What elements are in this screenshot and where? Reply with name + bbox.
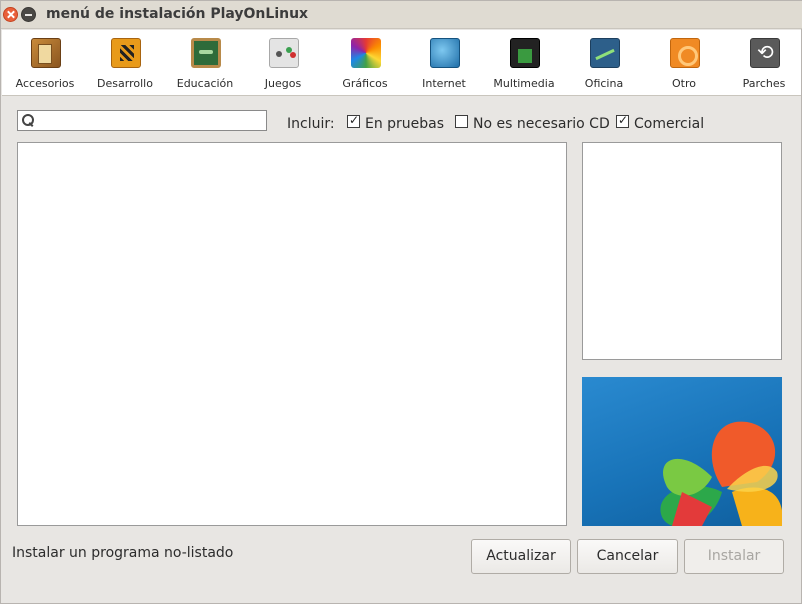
- install-button: Instalar: [684, 539, 784, 574]
- category-label: Multimedia: [493, 77, 555, 90]
- no-cd-checkbox[interactable]: [455, 115, 468, 128]
- minimize-icon[interactable]: [21, 7, 36, 22]
- playonlinux-banner-image: [582, 377, 782, 526]
- close-icon[interactable]: [3, 7, 18, 22]
- category-label: Oficina: [584, 77, 624, 90]
- cancel-button[interactable]: Cancelar: [577, 539, 678, 574]
- development-icon: [111, 38, 141, 68]
- install-window: menú de instalación PlayOnLinux Accesori…: [0, 0, 802, 604]
- window-title: menú de instalación PlayOnLinux: [46, 6, 309, 22]
- category-label: Internet: [422, 77, 466, 90]
- category-label: Otro: [672, 77, 696, 90]
- internet-icon: [430, 38, 460, 68]
- category-juegos[interactable]: Juegos: [243, 30, 323, 96]
- category-oficina[interactable]: Oficina: [564, 30, 644, 96]
- no-cd-checkbox-label[interactable]: No es necesario CD: [473, 116, 610, 132]
- other-icon: [670, 38, 700, 68]
- graphics-icon: [351, 38, 381, 68]
- install-unlisted-link[interactable]: Instalar un programa no-listado: [12, 545, 233, 561]
- education-icon: [191, 38, 221, 68]
- testing-checkbox-label[interactable]: En pruebas: [365, 116, 444, 132]
- category-label: Gráficos: [342, 77, 388, 90]
- office-icon: [590, 38, 620, 68]
- search-input[interactable]: [38, 111, 264, 130]
- category-toolbar: Accesorios Desarrollo Educación Juegos G…: [2, 30, 801, 96]
- category-desarrollo[interactable]: Desarrollo: [85, 30, 165, 96]
- category-label: Parches: [742, 77, 786, 90]
- category-graficos[interactable]: Gráficos: [325, 30, 405, 96]
- category-label: Accesorios: [15, 77, 75, 90]
- category-parches[interactable]: Parches: [724, 30, 802, 96]
- games-icon: [269, 38, 299, 68]
- commercial-checkbox-label[interactable]: Comercial: [634, 116, 704, 132]
- program-list[interactable]: [17, 142, 567, 526]
- title-bar[interactable]: menú de instalación PlayOnLinux: [1, 1, 802, 29]
- program-description-panel: [582, 142, 782, 360]
- refresh-button[interactable]: Actualizar: [471, 539, 571, 574]
- include-label: Incluir:: [287, 116, 335, 132]
- category-label: Educación: [176, 77, 234, 90]
- clover-logo-icon: [660, 421, 782, 526]
- category-label: Desarrollo: [97, 77, 153, 90]
- category-educacion[interactable]: Educación: [165, 30, 245, 96]
- category-otro[interactable]: Otro: [644, 30, 724, 96]
- category-multimedia[interactable]: Multimedia: [484, 30, 564, 96]
- multimedia-icon: [510, 38, 540, 68]
- patches-icon: [750, 38, 780, 68]
- category-internet[interactable]: Internet: [404, 30, 484, 96]
- commercial-checkbox[interactable]: [616, 113, 629, 128]
- search-box[interactable]: [17, 110, 267, 131]
- testing-checkbox[interactable]: [347, 113, 360, 128]
- search-icon: [22, 112, 34, 126]
- accessories-icon: [31, 38, 61, 68]
- category-accesorios[interactable]: Accesorios: [5, 30, 85, 96]
- category-label: Juegos: [264, 77, 302, 90]
